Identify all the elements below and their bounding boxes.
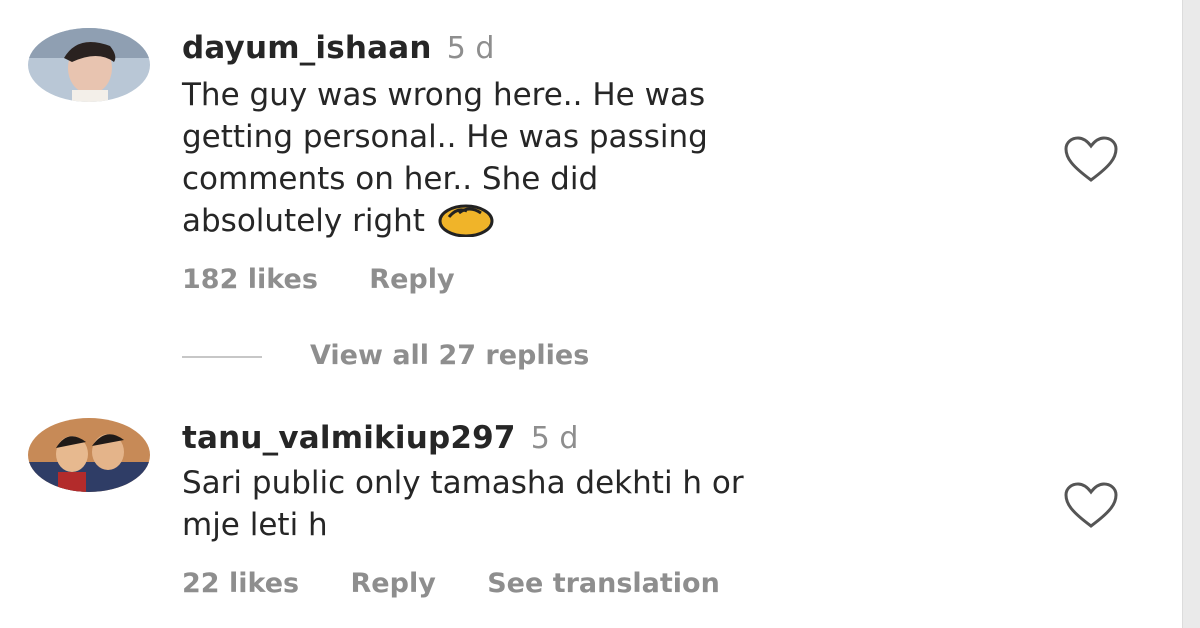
comment-time: 5 d <box>530 421 579 456</box>
reply-button[interactable]: Reply <box>351 568 436 599</box>
username[interactable]: tanu_valmikiup297 <box>182 420 516 456</box>
comment-actions: 182 likes Reply <box>182 264 497 295</box>
comment-text: The guy was wrong here.. He was getting … <box>182 74 1022 248</box>
comment-1: dayum_ishaan 5 d The guy was wrong here.… <box>0 0 1180 400</box>
likes-count: 22 likes <box>182 568 300 599</box>
avatar[interactable] <box>28 418 150 492</box>
comment-time: 5 d <box>446 31 495 66</box>
clapping-hands-emoji <box>437 201 495 248</box>
comment-actions: 22 likes Reply See translation <box>182 568 762 599</box>
comment-header: tanu_valmikiup297 5 d <box>182 420 578 456</box>
divider <box>182 355 262 358</box>
like-heart-icon[interactable] <box>1062 480 1120 532</box>
username[interactable]: dayum_ishaan <box>182 30 432 66</box>
like-heart-icon[interactable] <box>1062 134 1120 186</box>
comment-2: tanu_valmikiup297 5 d Sari public only t… <box>0 400 1180 628</box>
avatar[interactable] <box>28 28 150 102</box>
scrollbar[interactable] <box>1182 0 1200 628</box>
comment-text: Sari public only tamasha dekhti h or mje… <box>182 465 744 543</box>
likes-count: 182 likes <box>182 264 318 295</box>
reply-button[interactable]: Reply <box>369 264 454 295</box>
see-translation-button[interactable]: See translation <box>487 568 720 599</box>
view-replies-button[interactable]: View all 27 replies <box>182 340 589 371</box>
comment-header: dayum_ishaan 5 d <box>182 30 494 66</box>
view-replies-label[interactable]: View all 27 replies <box>310 340 589 371</box>
